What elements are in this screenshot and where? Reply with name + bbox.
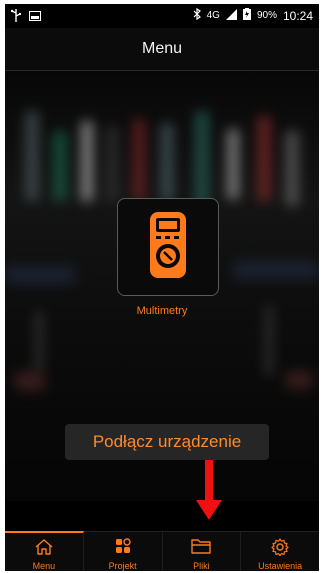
nav-item-ustawienia[interactable]: Ustawienia — [241, 532, 319, 571]
bottom-navigation: Menu Projekt Pliki Ustawienia — [5, 531, 319, 571]
red-down-arrow — [205, 460, 213, 502]
nav-label-projekt: Projekt — [108, 561, 137, 571]
home-icon — [35, 539, 53, 560]
status-bar: 4G 90% 10:24 — [5, 4, 319, 28]
nav-item-menu[interactable]: Menu — [5, 531, 84, 571]
phone-screen: 4G 90% 10:24 Menu Multimetry Podłącz urz… — [5, 4, 319, 571]
red-arrow-head — [196, 500, 222, 520]
folder-icon — [191, 538, 212, 559]
clock: 10:24 — [282, 8, 313, 23]
app-bar: Menu — [5, 28, 319, 71]
bluetooth-icon — [193, 7, 201, 23]
network-type: 4G — [206, 10, 220, 21]
multimeter-tile[interactable] — [117, 198, 219, 296]
connect-device-toast: Podłącz urządzenie — [65, 424, 269, 460]
tile-label-multimetry[interactable]: Multimetry — [5, 305, 319, 317]
nav-item-pliki[interactable]: Pliki — [163, 532, 242, 571]
battery-icon — [242, 8, 251, 23]
nav-label-pliki: Pliki — [193, 561, 210, 571]
nav-item-projekt[interactable]: Projekt — [84, 532, 163, 571]
grid-icon — [115, 538, 131, 559]
usb-icon — [10, 9, 21, 25]
signal-icon — [225, 8, 237, 23]
multimeter-icon — [150, 212, 186, 278]
gear-icon — [271, 538, 289, 561]
nav-label-ustawienia: Ustawienia — [258, 561, 303, 571]
nav-label-menu: Menu — [32, 561, 56, 571]
image-icon — [29, 10, 41, 24]
page-title: Menu — [141, 40, 183, 57]
battery-percent: 90% — [256, 10, 277, 21]
